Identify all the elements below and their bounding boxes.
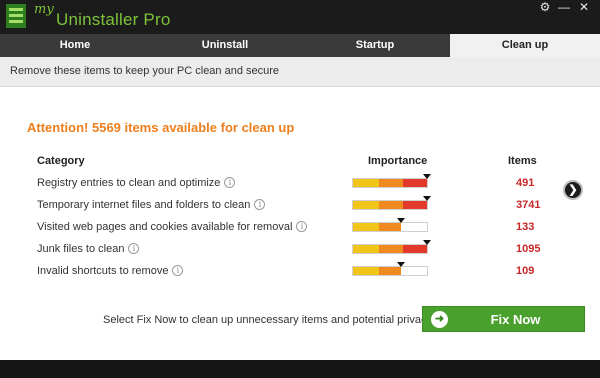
row-label-text: Visited web pages and cookies available … (37, 221, 293, 233)
tab-home[interactable]: Home (0, 34, 150, 57)
info-icon[interactable]: i (296, 221, 308, 232)
info-icon[interactable]: i (172, 265, 184, 276)
importance-marker (397, 218, 405, 223)
row-label-text: Invalid shortcuts to remove (37, 265, 169, 277)
table-row[interactable]: Invalid shortcuts to remove i 109 (0, 262, 600, 285)
item-count: 3741 (516, 199, 541, 211)
info-icon[interactable]: i (128, 243, 140, 254)
subheader-text: Remove these items to keep your PC clean… (10, 65, 280, 77)
importance-marker (423, 196, 431, 201)
importance-segment (379, 267, 401, 275)
table-row[interactable]: Temporary internet files and folders to … (0, 196, 600, 219)
brand-my: my (34, 2, 54, 17)
footer-bar (0, 360, 600, 378)
importance-segment (353, 201, 379, 209)
row-label: Temporary internet files and folders to … (37, 199, 266, 211)
tab-startup[interactable]: Startup (300, 34, 450, 57)
title-bar: my Uninstaller Pro ⚙ — ✕ (0, 0, 600, 34)
tab-bar: Home Uninstall Startup Clean up (0, 34, 600, 57)
row-label-text: Temporary internet files and folders to … (37, 199, 251, 211)
importance-bar (352, 262, 428, 276)
importance-marker (423, 174, 431, 179)
importance-bar (352, 218, 428, 232)
item-count: 491 (516, 177, 535, 189)
fix-now-button[interactable]: ➜ Fix Now (422, 306, 585, 332)
brand-name: Uninstaller Pro (56, 10, 171, 29)
table-row[interactable]: Junk files to clean i 1095 (0, 240, 600, 263)
importance-segment (379, 179, 403, 187)
row-label: Visited web pages and cookies available … (37, 221, 308, 233)
importance-header: Importance (368, 155, 428, 167)
row-label: Registry entries to clean and optimize i (37, 177, 236, 189)
row-label: Invalid shortcuts to remove i (37, 265, 184, 277)
items-header: Items (508, 155, 537, 167)
importance-bar (352, 174, 431, 188)
tab-uninstall[interactable]: Uninstall (150, 34, 300, 57)
importance-marker (397, 262, 405, 267)
next-arrow-button[interactable]: ❯ (563, 180, 583, 200)
info-icon[interactable]: i (254, 199, 266, 210)
tab-clean-up[interactable]: Clean up (450, 34, 600, 57)
info-icon[interactable]: i (224, 177, 236, 188)
table-row[interactable]: Visited web pages and cookies available … (0, 218, 600, 241)
importance-segment (379, 201, 403, 209)
item-count: 133 (516, 221, 535, 233)
fix-prompt: Select Fix Now to clean up unnecessary i… (103, 314, 458, 326)
chevron-right-icon: ❯ (568, 184, 578, 196)
importance-segment (353, 267, 379, 275)
row-label-text: Junk files to clean (37, 243, 125, 255)
importance-segment (379, 223, 401, 231)
table-row[interactable]: Registry entries to clean and optimize i … (0, 174, 600, 197)
importance-segment (403, 245, 427, 253)
minimize-icon[interactable]: — (556, 0, 572, 14)
subheader: Remove these items to keep your PC clean… (0, 57, 600, 87)
importance-segment (353, 223, 379, 231)
gear-icon[interactable]: ⚙ (537, 0, 553, 14)
fix-now-label: Fix Now (490, 312, 541, 327)
importance-marker (423, 240, 431, 245)
close-icon[interactable]: ✕ (576, 0, 592, 14)
row-label: Junk files to clean i (37, 243, 140, 255)
importance-bar (352, 240, 431, 254)
row-label-text: Registry entries to clean and optimize (37, 177, 221, 189)
app-logo-icon (6, 4, 26, 28)
item-count: 109 (516, 265, 535, 277)
importance-segment (403, 201, 427, 209)
importance-bar (352, 196, 431, 210)
importance-segment (403, 179, 427, 187)
importance-segment (353, 179, 379, 187)
importance-segment (379, 245, 403, 253)
item-count: 1095 (516, 243, 541, 255)
importance-segment (353, 245, 379, 253)
attention-message: Attention! 5569 items available for clea… (27, 120, 295, 135)
category-header: Category (37, 155, 85, 167)
